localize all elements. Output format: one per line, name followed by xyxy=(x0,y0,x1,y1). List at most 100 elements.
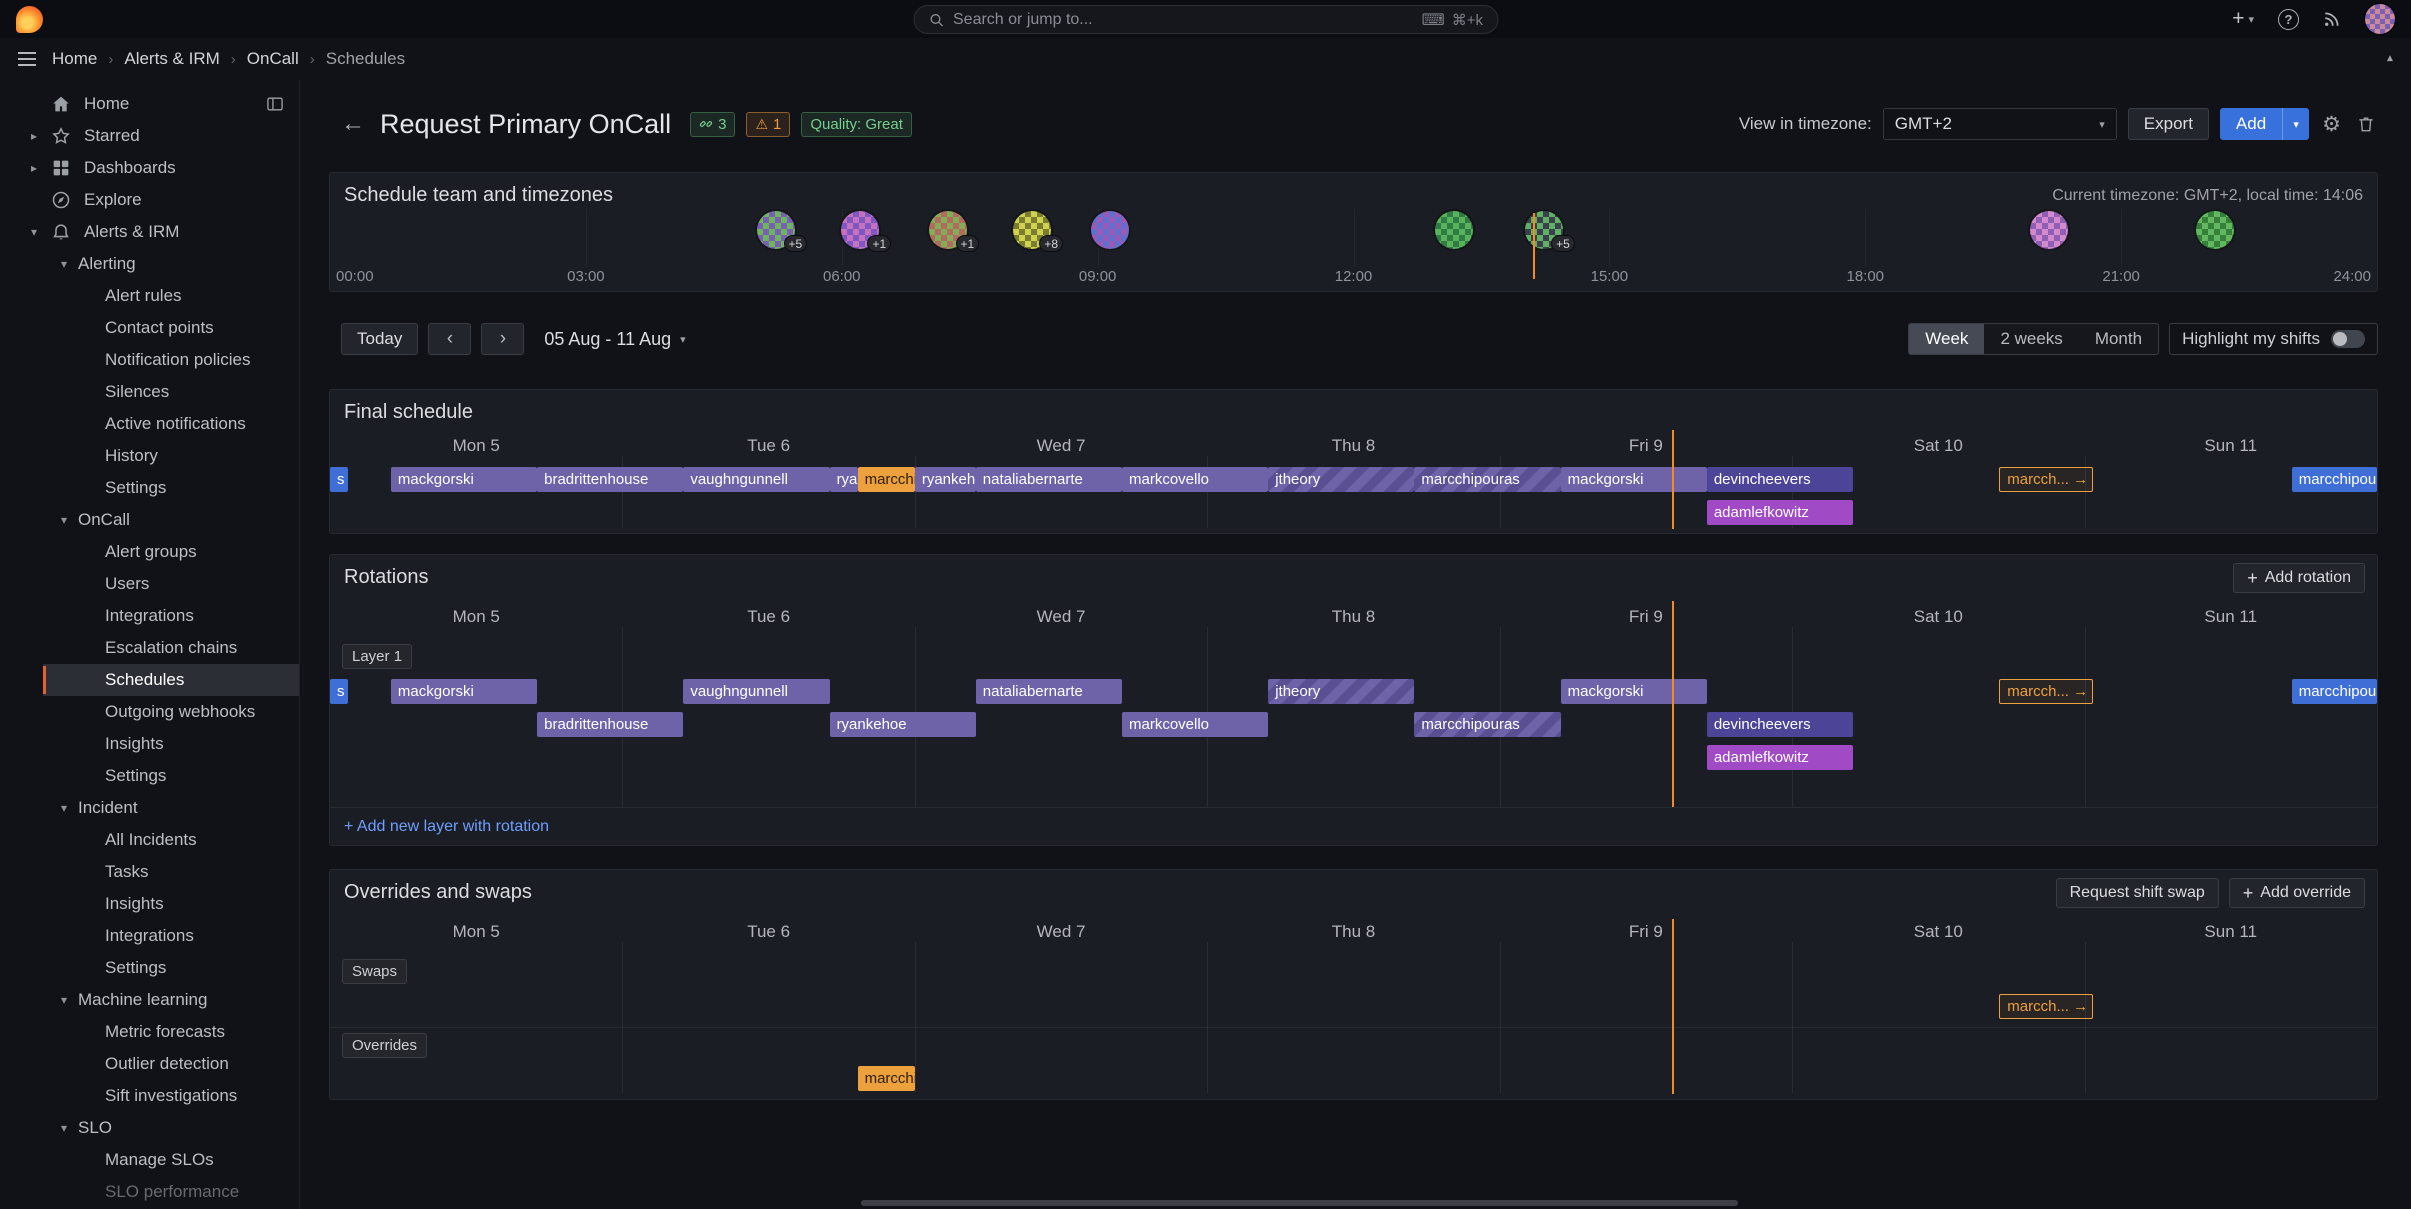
shift-bar-ryankehoe[interactable]: ryankehoe xyxy=(830,712,976,737)
team-avatar[interactable]: +5 xyxy=(1525,211,1563,249)
horizontal-scrollbar[interactable] xyxy=(861,1200,1738,1206)
shift-bar-ryankehoe[interactable]: ryankehoe xyxy=(915,467,976,492)
sidebar-item-sift-investigations[interactable]: Sift investigations xyxy=(0,1080,299,1112)
shift-bar-bradrittenhouse[interactable]: bradrittenhouse xyxy=(537,712,683,737)
shift-bar-s[interactable]: s xyxy=(330,679,348,704)
back-button[interactable]: ← xyxy=(341,110,365,138)
breadcrumb-item-home[interactable]: Home xyxy=(52,49,97,69)
sidebar-item-manage-slos[interactable]: Manage SLOs xyxy=(0,1144,299,1176)
grafana-logo[interactable] xyxy=(16,6,43,33)
delete-trash-icon[interactable] xyxy=(2354,114,2378,134)
shift-bar-jtheory[interactable]: jtheory xyxy=(1268,679,1414,704)
sidebar-item-metric-forecasts[interactable]: Metric forecasts xyxy=(0,1016,299,1048)
shift-bar-mackgorski[interactable]: mackgorski xyxy=(1561,679,1707,704)
sidebar-item-slo[interactable]: ▾SLO xyxy=(0,1112,299,1144)
sidebar-item-alert-groups[interactable]: Alert groups xyxy=(0,536,299,568)
team-avatar[interactable]: +1 xyxy=(929,211,967,249)
sidebar-item-schedules[interactable]: Schedules xyxy=(0,664,299,696)
sidebar-item-alerting[interactable]: ▾Alerting xyxy=(0,248,299,280)
shift-bar-marcch[interactable]: marcch... → ? xyxy=(1999,467,2093,492)
chevron-down-icon[interactable]: ▾ xyxy=(50,1121,78,1135)
shift-bar-ryankehoe[interactable]: ryankehoe xyxy=(830,467,858,492)
shift-bar-marcchipouras[interactable]: marcchipouras xyxy=(1414,712,1560,737)
shift-bar-devincheevers[interactable]: devincheevers xyxy=(1707,467,1853,492)
chevron-down-icon[interactable]: ▾ xyxy=(50,257,78,271)
chevron-down-icon[interactable]: ▾ xyxy=(20,225,48,239)
team-avatar[interactable] xyxy=(2196,211,2234,249)
shift-bar-marcchipouras[interactable]: marcchipouras xyxy=(1414,467,1560,492)
sidebar-item-users[interactable]: Users xyxy=(0,568,299,600)
shift-bar-markcovello[interactable]: markcovello xyxy=(1122,467,1268,492)
rss-icon[interactable] xyxy=(2323,10,2341,28)
team-avatar[interactable] xyxy=(1435,211,1473,249)
view-2-weeks[interactable]: 2 weeks xyxy=(1984,324,2078,354)
shift-bar-adamlefkowitz[interactable]: adamlefkowitz xyxy=(1707,745,1853,770)
add-menu-caret[interactable]: ▾ xyxy=(2282,108,2309,140)
sidebar-item-slo-performance[interactable]: SLO performance xyxy=(0,1176,299,1208)
team-avatar[interactable]: +8 xyxy=(1013,211,1051,249)
sidebar-item-dashboards[interactable]: ▸Dashboards xyxy=(0,152,299,184)
timezone-select[interactable]: GMT+2 ▾ xyxy=(1883,108,2117,140)
sidebar-item-contact-points[interactable]: Contact points xyxy=(0,312,299,344)
shift-bar-vaughngunnell[interactable]: vaughngunnell xyxy=(683,467,829,492)
team-avatar[interactable] xyxy=(1091,211,1129,249)
chevron-right-icon[interactable]: ▸ xyxy=(20,161,48,175)
sidebar-item-settings[interactable]: Settings xyxy=(0,472,299,504)
sidebar-item-integrations[interactable]: Integrations xyxy=(0,920,299,952)
today-button[interactable]: Today xyxy=(341,323,418,355)
add-button[interactable]: Add xyxy=(2220,108,2282,140)
menu-toggle-icon[interactable] xyxy=(18,58,36,60)
sidebar-item-home[interactable]: Home xyxy=(0,88,299,120)
sidebar-item-tasks[interactable]: Tasks xyxy=(0,856,299,888)
shift-bar-bradrittenhouse[interactable]: bradrittenhouse xyxy=(537,467,683,492)
date-range-selector[interactable]: 05 Aug - 11 Aug ▾ xyxy=(544,329,685,350)
shift-bar-marcch[interactable]: marcch... → ? xyxy=(1999,679,2093,704)
sidebar-item-alert-rules[interactable]: Alert rules xyxy=(0,280,299,312)
sidebar-item-incident[interactable]: ▾Incident xyxy=(0,792,299,824)
view-month[interactable]: Month xyxy=(2079,324,2158,354)
shift-bar-marcchipouras[interactable]: marcchipouras xyxy=(2292,679,2377,704)
sidebar-item-starred[interactable]: ▸Starred xyxy=(0,120,299,152)
team-avatar[interactable] xyxy=(2030,211,2068,249)
export-button[interactable]: Export xyxy=(2128,108,2209,140)
shift-bar-devincheevers[interactable]: devincheevers xyxy=(1707,712,1853,737)
shift-bar-jtheory[interactable]: jtheory xyxy=(1268,467,1414,492)
breadcrumb-item-alerts-irm[interactable]: Alerts & IRM xyxy=(124,49,219,69)
shift-bar-nataliabernarte[interactable]: nataliabernarte xyxy=(976,467,1122,492)
sidebar-item-integrations[interactable]: Integrations xyxy=(0,600,299,632)
next-week-button[interactable]: › xyxy=(481,323,524,355)
shift-bar-marcchip[interactable]: marcchip xyxy=(858,467,915,492)
sidebar-item-active-notifications[interactable]: Active notifications xyxy=(0,408,299,440)
shift-bar-mackgorski[interactable]: mackgorski xyxy=(1561,467,1707,492)
help-icon[interactable]: ? xyxy=(2278,9,2299,30)
chevron-down-icon[interactable]: ▾ xyxy=(50,993,78,1007)
team-avatar[interactable]: +5 xyxy=(757,211,795,249)
shift-bar-marcchipouras[interactable]: marcchipouras xyxy=(2292,467,2377,492)
sidebar-item-machine-learning[interactable]: ▾Machine learning xyxy=(0,984,299,1016)
sidebar-item-alerts-irm[interactable]: ▾Alerts & IRM xyxy=(0,216,299,248)
sidebar-item-outgoing-webhooks[interactable]: Outgoing webhooks xyxy=(0,696,299,728)
sidebar-item-silences[interactable]: Silences xyxy=(0,376,299,408)
previous-week-button[interactable]: ‹ xyxy=(428,323,471,355)
sidebar-item-outlier-detection[interactable]: Outlier detection xyxy=(0,1048,299,1080)
shift-bar-vaughngunnell[interactable]: vaughngunnell xyxy=(683,679,829,704)
shift-bar-mackgorski[interactable]: mackgorski xyxy=(391,679,537,704)
shift-bar-adamlefkowitz[interactable]: adamlefkowitz xyxy=(1707,500,1853,525)
chevron-right-icon[interactable]: ▸ xyxy=(20,129,48,143)
shift-bar-marcchip[interactable]: marcchip xyxy=(858,1066,915,1091)
add-override-button[interactable]: +Add override xyxy=(2229,878,2365,908)
sidebar-item-history[interactable]: History xyxy=(0,440,299,472)
sidebar-item-notification-policies[interactable]: Notification policies xyxy=(0,344,299,376)
sidebar-item-insights[interactable]: Insights xyxy=(0,728,299,760)
links-badge[interactable]: 3 xyxy=(690,112,735,137)
shift-bar-markcovello[interactable]: markcovello xyxy=(1122,712,1268,737)
sidebar-item-insights[interactable]: Insights xyxy=(0,888,299,920)
chevron-down-icon[interactable]: ▾ xyxy=(50,801,78,815)
sidebar-item-oncall[interactable]: ▾OnCall xyxy=(0,504,299,536)
dock-sidebar-icon[interactable] xyxy=(265,94,285,114)
breadcrumb-item-oncall[interactable]: OnCall xyxy=(247,49,299,69)
shift-bar-s[interactable]: s xyxy=(330,467,348,492)
user-avatar[interactable] xyxy=(2365,4,2395,34)
sidebar-item-escalation-chains[interactable]: Escalation chains xyxy=(0,632,299,664)
sidebar-item-settings[interactable]: Settings xyxy=(0,952,299,984)
